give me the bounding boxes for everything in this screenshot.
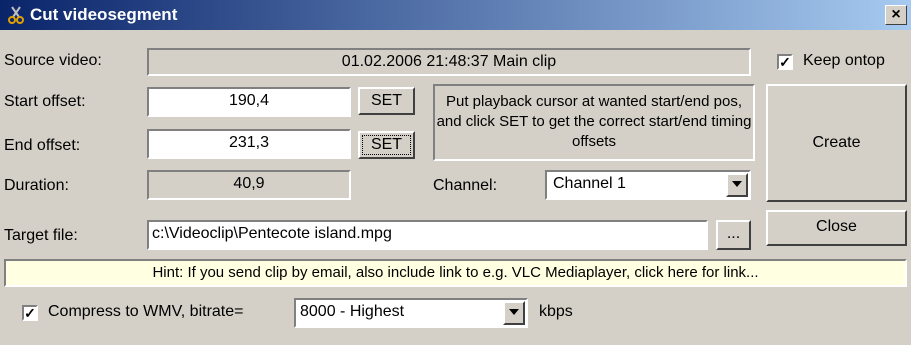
duration-field: 40,9 — [147, 170, 351, 200]
keep-ontop-label[interactable]: Keep ontop — [803, 52, 885, 70]
bitrate-dropdown-arrow[interactable] — [503, 301, 525, 325]
start-offset-input[interactable]: 190,4 — [147, 87, 351, 117]
compress-wmv-checkbox[interactable]: ✓ — [22, 305, 38, 321]
keep-ontop-checkbox[interactable]: ✓ — [777, 54, 793, 70]
duration-label: Duration: — [4, 177, 69, 194]
source-video-field: 01.02.2006 21:48:37 Main clip — [147, 48, 751, 76]
kbps-unit-label: kbps — [539, 303, 573, 320]
start-offset-label: Start offset: — [4, 93, 86, 110]
hint-link-bar[interactable]: Hint: If you send clip by email, also in… — [4, 259, 907, 287]
browse-button[interactable]: ... — [716, 220, 751, 250]
check-icon: ✓ — [779, 54, 791, 70]
cut-videosegment-dialog: Cut videosegment × Source video: 01.02.2… — [0, 0, 911, 345]
check-icon: ✓ — [24, 305, 36, 321]
target-file-input[interactable]: c:\Videoclip\Pentecote island.mpg — [147, 220, 708, 250]
channel-select-value: Channel 1 — [553, 175, 626, 192]
window-title: Cut videosegment — [30, 5, 178, 24]
source-video-label: Source video: — [4, 52, 102, 69]
compress-wmv-label[interactable]: Compress to WMV, bitrate= — [48, 303, 243, 321]
channel-dropdown-arrow[interactable] — [726, 173, 748, 197]
close-button[interactable]: Close — [766, 210, 907, 246]
end-offset-label: End offset: — [4, 137, 81, 154]
chevron-down-icon — [732, 181, 742, 187]
set-end-button[interactable]: SET — [358, 131, 415, 159]
bitrate-select-value: 8000 - Highest — [300, 303, 405, 320]
channel-select[interactable]: Channel 1 — [545, 170, 751, 200]
set-start-button[interactable]: SET — [358, 87, 415, 115]
scissors-icon — [8, 6, 24, 24]
close-window-button[interactable]: × — [885, 5, 907, 25]
target-file-label: Target file: — [4, 227, 78, 244]
channel-label: Channel: — [433, 177, 498, 194]
title-bar[interactable]: Cut videosegment × — [0, 0, 911, 30]
end-offset-input[interactable]: 231,3 — [147, 129, 351, 159]
create-button[interactable]: Create — [766, 84, 907, 202]
bitrate-select[interactable]: 8000 - Highest — [294, 298, 528, 328]
set-instructions-text: Put playback cursor at wanted start/end … — [433, 84, 755, 161]
chevron-down-icon — [509, 309, 519, 315]
